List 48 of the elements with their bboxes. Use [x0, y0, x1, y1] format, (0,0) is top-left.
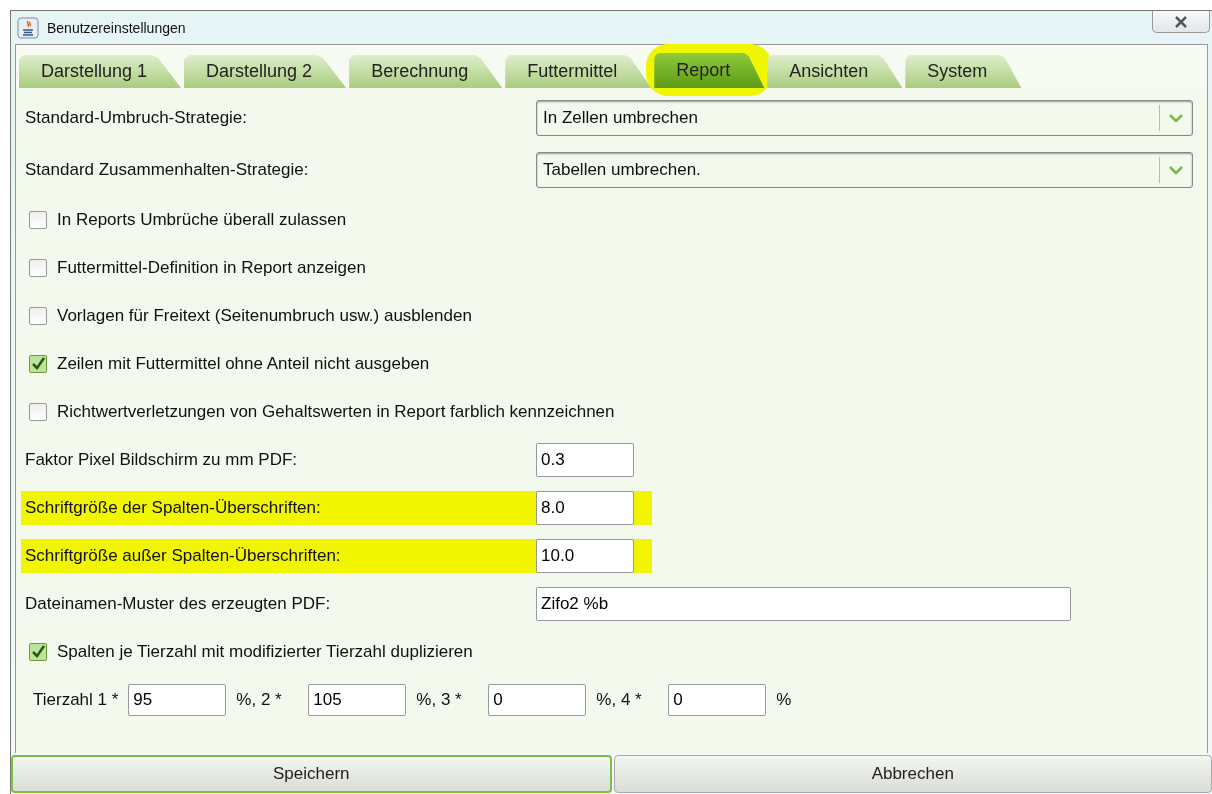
tab[interactable]: System: [905, 55, 1022, 88]
dropdown[interactable]: In Zellen umbrechen: [536, 100, 1193, 136]
chevron-down-icon: [1168, 165, 1184, 175]
setting-label: Faktor Pixel Bildschirm zu mm PDF:: [25, 450, 299, 470]
dialog-button[interactable]: Abbrechen: [613, 755, 1212, 793]
chevron-down-icon: [1168, 113, 1184, 123]
setting-label: Schriftgröße außer Spalten-Überschriften:: [25, 546, 342, 566]
checkbox-label: Futtermittel-Definition in Report anzeigen: [57, 258, 366, 278]
checkbox[interactable]: [29, 643, 47, 661]
tab[interactable]: Darstellung 1: [19, 55, 182, 88]
input-field[interactable]: Zifo2 %b: [536, 587, 1071, 621]
tab[interactable]: Ansichten: [767, 55, 903, 88]
checkbox-label: Vorlagen für Freitext (Seitenumbruch usw.) ausblenden: [57, 306, 472, 326]
tab[interactable]: Darstellung 2: [184, 55, 347, 88]
setting-label: Standard-Umbruch-Strategie:: [25, 108, 249, 128]
setting-label: Schriftgröße der Spalten-Überschriften:: [25, 498, 322, 518]
field-label: %, 4 *: [596, 690, 643, 710]
input-field[interactable]: 95: [128, 684, 227, 716]
dropdown[interactable]: Tabellen umbrechen.: [536, 152, 1193, 188]
input-field[interactable]: 0: [668, 684, 767, 716]
tab[interactable]: Berechnung: [349, 55, 503, 88]
checkbox-label: In Reports Umbrüche überall zulassen: [57, 210, 347, 230]
tab[interactable]: Report: [654, 53, 765, 88]
input-field[interactable]: 0.3: [536, 443, 634, 477]
input-field[interactable]: 8.0: [536, 491, 634, 525]
checkbox[interactable]: [29, 403, 47, 421]
field-label: %: [776, 690, 793, 710]
checkbox-label: Richtwertverletzungen von Gehaltswerten in Report farblich kennzeichnen: [57, 402, 615, 422]
field-label: Tierzahl 1 *: [33, 690, 119, 710]
setting-label: Standard Zusammenhalten-Strategie:: [25, 160, 310, 180]
field-label: %, 3 *: [416, 690, 463, 710]
input-field[interactable]: 105: [308, 684, 407, 716]
close-button[interactable]: [1152, 11, 1210, 33]
checkbox-label: Zeilen mit Futtermittel ohne Anteil nicht ausgeben: [57, 354, 430, 374]
setting-label: Dateinamen-Muster des erzeugten PDF:: [25, 594, 332, 614]
checkbox[interactable]: [29, 307, 47, 325]
input-field[interactable]: 10.0: [536, 539, 634, 573]
field-label: %, 2 *: [236, 690, 283, 710]
app-icon: [17, 16, 39, 39]
input-field[interactable]: 0: [488, 684, 587, 716]
checkbox[interactable]: [29, 355, 47, 373]
dialog-button[interactable]: Speichern: [11, 755, 612, 793]
checkbox[interactable]: [29, 211, 47, 229]
tab[interactable]: Futtermittel: [505, 55, 652, 88]
checkbox-label: Spalten je Tierzahl mit modifizierter Tierzahl duplizieren: [57, 642, 473, 662]
window-title: Benutzereinstellungen: [47, 19, 187, 36]
checkbox[interactable]: [29, 259, 47, 277]
close-icon: [1173, 14, 1189, 29]
